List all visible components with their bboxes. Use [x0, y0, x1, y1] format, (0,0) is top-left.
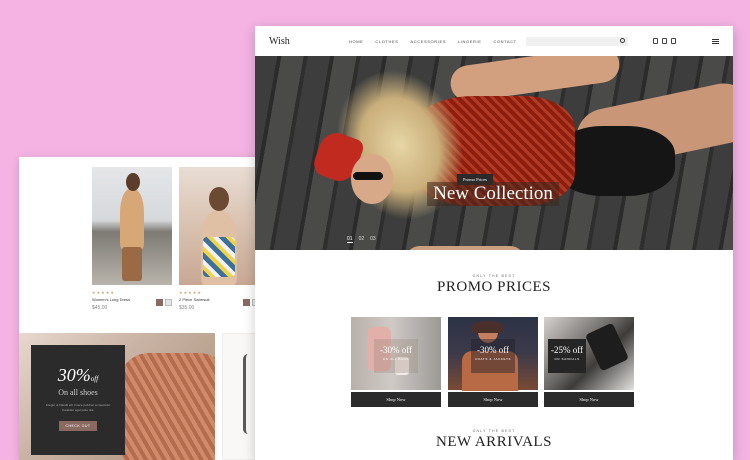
secondary-banner — [222, 333, 259, 460]
promo-badge: -30% off COATS & JACKETS — [471, 339, 515, 373]
top-nav: Wish HOME CLOTHES ACCESSORIES LINGERIE C… — [255, 26, 733, 56]
promo-badge: -30% off ON ALL BAGS — [374, 339, 418, 373]
add-to-cart-icon[interactable] — [156, 299, 163, 306]
product-card[interactable]: ★★★★★ Women's Long Dress $45.00 — [92, 167, 172, 311]
product-actions — [156, 299, 172, 306]
main-menu: HOME CLOTHES ACCESSORIES LINGERIE CONTAC… — [349, 26, 517, 56]
menu-item-lingerie[interactable]: LINGERIE — [458, 39, 481, 44]
back-page-mockup: ★★★★★ Women's Long Dress $45.00 ★★★★★ 2 … — [19, 157, 259, 460]
shop-now-button[interactable]: Shop Now — [544, 392, 634, 407]
search-input[interactable] — [526, 37, 628, 46]
shop-now-button[interactable]: Shop Now — [351, 392, 441, 407]
hamburger-menu-icon[interactable] — [712, 39, 719, 44]
shoes-promo-banner: 30%off On all shoes Integer ut blandit e… — [19, 333, 215, 460]
cart-icon[interactable] — [671, 38, 676, 44]
slide-dot[interactable]: 02 — [359, 236, 365, 243]
heart-icon[interactable] — [662, 38, 667, 44]
promo-card[interactable]: -30% off COATS & JACKETS Shop Now — [448, 317, 538, 407]
check-out-button[interactable]: CHECK OUT — [59, 421, 97, 431]
section-title: NEW ARRIVALS — [436, 434, 552, 450]
section-eyebrow: ONLY THE BEST — [472, 429, 516, 433]
header-icons — [653, 38, 676, 44]
user-icon[interactable] — [653, 38, 658, 44]
promo-subtitle: On all shoes — [58, 388, 98, 397]
promo-percent: 30%off — [57, 365, 99, 385]
promo-card: 30%off On all shoes Integer ut blandit e… — [31, 345, 125, 455]
slide-indicators: 01 02 03 — [347, 236, 376, 243]
hero-title: New Collection — [427, 182, 559, 206]
menu-item-clothes[interactable]: CLOTHES — [375, 39, 398, 44]
promo-badge: -25% off ON SANDALS — [548, 339, 586, 373]
slide-dot[interactable]: 03 — [370, 236, 376, 243]
slide-dot[interactable]: 01 — [347, 236, 353, 243]
promo-card[interactable]: -25% off ON SANDALS Shop Now — [544, 317, 634, 407]
shop-now-button[interactable]: Shop Now — [448, 392, 538, 407]
product-card[interactable]: ★★★★★ 2 Piece Swimsuit $35.00 — [179, 167, 259, 311]
menu-item-accessories[interactable]: ACCESSORIES — [411, 39, 447, 44]
search-icon[interactable] — [620, 38, 625, 43]
promo-description: Integer ut blandit elit. Fusce pulvinar … — [45, 403, 111, 412]
product-image[interactable] — [92, 167, 172, 285]
section-title: PROMO PRICES — [437, 279, 551, 295]
rating-stars: ★★★★★ — [179, 290, 202, 295]
promo-card[interactable]: -30% off ON ALL BAGS Shop Now — [351, 317, 441, 407]
product-image[interactable] — [179, 167, 259, 285]
site-logo[interactable]: Wish — [269, 36, 290, 47]
rating-stars: ★★★★★ — [92, 290, 115, 295]
section-eyebrow: ONLY THE BEST — [472, 274, 516, 278]
front-page-mockup: Wish HOME CLOTHES ACCESSORIES LINGERIE C… — [255, 26, 733, 460]
wishlist-icon[interactable] — [165, 299, 172, 306]
menu-item-contact[interactable]: CONTACT — [493, 39, 516, 44]
hero-slider[interactable]: Promo Prices New Collection 01 02 03 — [255, 56, 733, 250]
menu-item-home[interactable]: HOME — [349, 39, 363, 44]
add-to-cart-icon[interactable] — [243, 299, 250, 306]
